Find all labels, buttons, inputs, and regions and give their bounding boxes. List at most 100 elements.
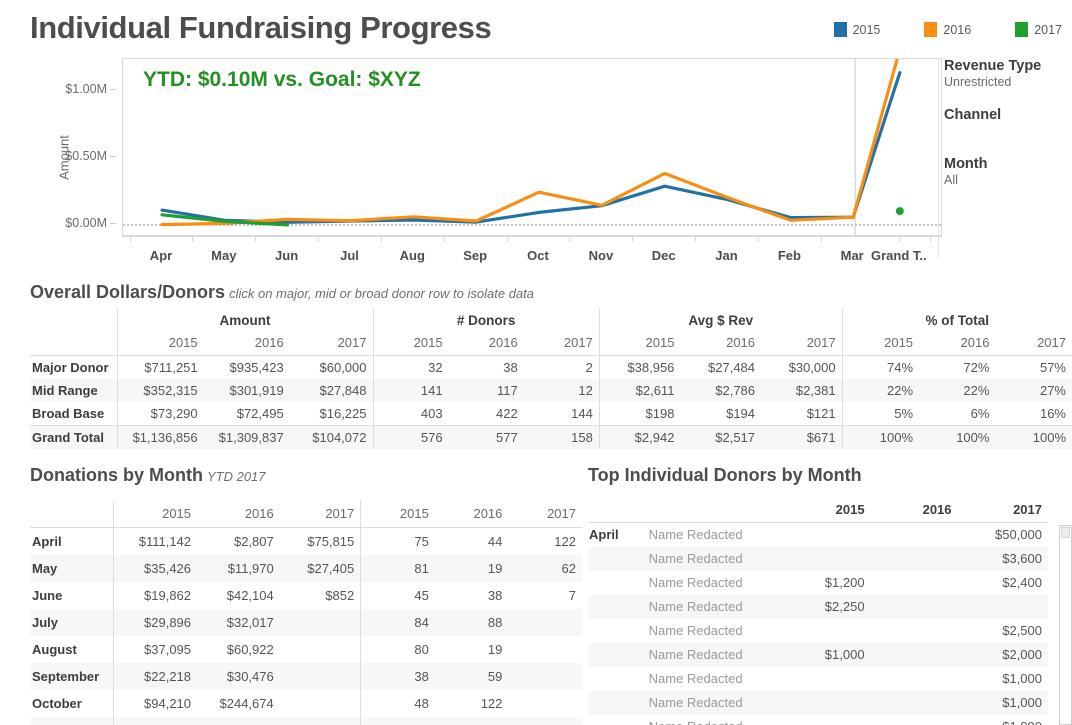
y-tick-label: $0.50M xyxy=(65,149,116,163)
table-cell: $852 xyxy=(280,582,361,609)
list-item[interactable]: Name Redacted$3,600 xyxy=(588,547,1048,571)
overall-heading: Overall Dollars/Donors xyxy=(30,282,225,302)
row-label: August xyxy=(30,636,114,663)
filter-value: Unrestricted xyxy=(944,75,1072,89)
table-cell: 27% xyxy=(995,379,1072,402)
donor-amount-2015: $1,200 xyxy=(782,571,871,595)
table-cell xyxy=(280,690,361,717)
table-cell xyxy=(280,636,361,663)
table-cell: $301,919 xyxy=(204,379,290,402)
list-item[interactable]: Name Redacted$1,000$2,000 xyxy=(588,643,1048,667)
top-donors-scrollbar[interactable] xyxy=(1059,525,1072,725)
table-cell: $1,309,837 xyxy=(204,426,290,450)
table-row[interactable]: October$94,210$244,67448122 xyxy=(30,690,582,717)
table-cell: $194 xyxy=(680,402,761,426)
x-tick xyxy=(758,236,759,242)
table-cell: 577 xyxy=(449,426,524,450)
table-cell: $42,104 xyxy=(197,582,280,609)
table-cell: $11,970 xyxy=(197,555,280,582)
donor-name: Name Redacted xyxy=(639,547,782,571)
donor-amount-2015 xyxy=(782,715,871,725)
overall-year-header-row: 2015201620172015201620172015201620172015… xyxy=(30,332,1072,356)
table-cell: 12 xyxy=(524,379,600,402)
legend-item-2017[interactable]: 2017 xyxy=(1015,22,1062,37)
row-label: October xyxy=(30,690,114,717)
table-cell: $29,896 xyxy=(114,609,197,636)
table-cell: $37,095 xyxy=(114,636,197,663)
x-axis-label: Jan xyxy=(715,248,737,263)
filter-channel[interactable]: Channel xyxy=(944,107,1072,138)
table-row[interactable]: Major Donor$711,251$935,423$60,00032382$… xyxy=(30,356,1072,380)
donor-amount-2016 xyxy=(871,619,958,643)
year-header-2017: 2017 xyxy=(761,332,842,356)
table-cell: $94,210 xyxy=(114,690,197,717)
table-row[interactable]: September$22,218$30,4763859 xyxy=(30,663,582,690)
table-row[interactable]: May$35,426$11,970$27,405811962 xyxy=(30,555,582,582)
top-donors-panel[interactable]: 201520162017AprilName Redacted$50,000Nam… xyxy=(588,498,1072,725)
table-cell: $60,000 xyxy=(290,356,373,380)
top-donors-table[interactable]: 201520162017AprilName Redacted$50,000Nam… xyxy=(588,498,1048,725)
filter-revenue-type[interactable]: Revenue Type Unrestricted xyxy=(944,58,1072,89)
table-row[interactable]: July$29,896$32,0178488 xyxy=(30,609,582,636)
list-item[interactable]: Name Redacted$2,250 xyxy=(588,595,1048,619)
table-row[interactable]: Grand Total$1,136,856$1,309,837$104,0725… xyxy=(30,426,1072,450)
table-row[interactable]: April$111,142$2,807$75,8157544122 xyxy=(30,528,582,556)
table-cell xyxy=(508,609,582,636)
table-cell: 16% xyxy=(995,402,1072,426)
table-cell: 84 xyxy=(361,609,435,636)
legend-swatch-2016 xyxy=(924,22,937,37)
table-cell: 7 xyxy=(508,582,582,609)
legend-item-2016[interactable]: 2016 xyxy=(924,22,971,37)
month-label xyxy=(588,571,639,595)
table-cell: 6% xyxy=(919,402,995,426)
dbm-header-row: 201520162017201520162017 xyxy=(30,500,582,528)
table-row[interactable]: November$143,978$146,82977112 xyxy=(30,717,582,725)
scrollbar-thumb[interactable] xyxy=(1061,527,1070,538)
donor-amount-2017: $2,000 xyxy=(958,643,1048,667)
overall-table[interactable]: Amount# DonorsAvg $ Rev% of Total2015201… xyxy=(30,309,1072,449)
year-header-2017: 2017 xyxy=(958,498,1048,523)
x-axis-label: Mar xyxy=(841,248,864,263)
list-item[interactable]: Name Redacted $1,000 xyxy=(588,715,1048,725)
table-cell: $2,807 xyxy=(197,528,280,556)
year-header-2015: 2015 xyxy=(782,498,871,523)
x-axis-label: Apr xyxy=(150,248,172,263)
filter-month[interactable]: Month All xyxy=(944,156,1072,187)
table-row[interactable]: August$37,095$60,9228019 xyxy=(30,636,582,663)
legend-swatch-2015 xyxy=(834,22,847,37)
legend-item-2015[interactable]: 2015 xyxy=(834,22,881,37)
table-cell: 57% xyxy=(995,356,1072,380)
table-row[interactable]: Mid Range$352,315$301,919$27,84814111712… xyxy=(30,379,1072,402)
table-cell: $711,251 xyxy=(117,356,204,380)
x-axis-label: Oct xyxy=(527,248,549,263)
year-header-2015: 2015 xyxy=(842,332,919,356)
row-label: November xyxy=(30,717,114,725)
y-axis-ticks: $0.00M$0.50M$1.00M xyxy=(44,58,116,236)
table-row[interactable]: Broad Base$73,290$72,495$16,225403422144… xyxy=(30,402,1072,426)
year-header-2017: 2017 xyxy=(290,332,373,356)
overall-subheading: click on major, mid or broad donor row t… xyxy=(229,286,534,301)
donor-name: Name Redacted xyxy=(639,715,782,725)
table-cell: 77 xyxy=(361,717,435,725)
donor-amount-2017: $1,000 xyxy=(958,715,1048,725)
table-cell: 19 xyxy=(435,555,509,582)
table-cell: $198 xyxy=(599,402,680,426)
donor-amount-2017: $1,000 xyxy=(958,691,1048,715)
table-cell: $244,674 xyxy=(197,690,280,717)
list-item[interactable]: Name Redacted$1,000 xyxy=(588,667,1048,691)
table-cell: 48 xyxy=(361,690,435,717)
x-tick xyxy=(381,236,382,242)
list-item[interactable]: Name Redacted$1,000 xyxy=(588,691,1048,715)
chart-plot-area[interactable]: YTD: $0.10M vs. Goal: $XYZ xyxy=(122,58,942,236)
table-cell: $146,829 xyxy=(197,717,280,725)
donations-by-month-table[interactable]: 201520162017201520162017April$111,142$2,… xyxy=(30,500,582,725)
list-item[interactable]: AprilName Redacted$50,000 xyxy=(588,523,1048,548)
donations-by-month-panel[interactable]: 201520162017201520162017April$111,142$2,… xyxy=(30,500,582,725)
group-header-amount: Amount xyxy=(117,309,373,332)
donor-amount-2016 xyxy=(871,547,958,571)
list-item[interactable]: Name Redacted$2,500 xyxy=(588,619,1048,643)
list-item[interactable]: Name Redacted$1,200$2,400 xyxy=(588,571,1048,595)
month-label: April xyxy=(588,523,639,548)
table-row[interactable]: June$19,862$42,104$85245387 xyxy=(30,582,582,609)
tdm-header-row: 201520162017 xyxy=(588,498,1048,523)
